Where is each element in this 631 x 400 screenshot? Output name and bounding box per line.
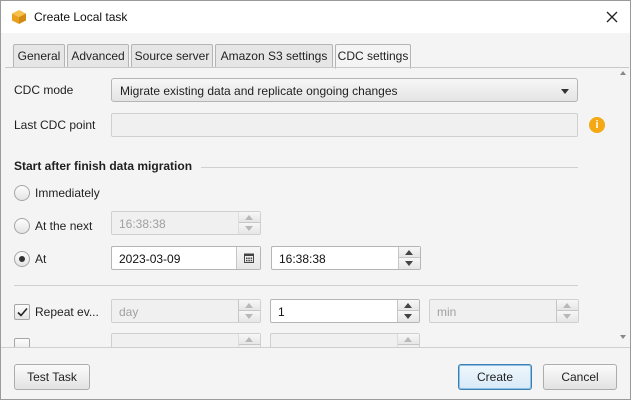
spinner-up-icon[interactable] (239, 334, 260, 345)
cdc-mode-select[interactable]: Migrate existing data and replicate ongo… (111, 78, 578, 102)
cancel-button[interactable]: Cancel (543, 364, 617, 390)
calendar-icon (244, 253, 254, 263)
repeat-checkbox[interactable] (14, 304, 30, 320)
repeat-count-value: 1 (278, 305, 285, 319)
create-button[interactable]: Create (458, 364, 532, 390)
end-date-spinner (238, 334, 260, 347)
cdc-mode-value: Migrate existing data and replicate ongo… (120, 84, 398, 98)
immediately-label: Immediately (35, 186, 100, 200)
repeat-divider (14, 285, 578, 286)
repeat-interval-field[interactable]: min (429, 299, 579, 323)
spinner-up-icon[interactable] (557, 300, 578, 311)
cdc-mode-label: CDC mode (14, 83, 74, 97)
spinner-up-icon[interactable] (398, 334, 419, 345)
info-icon[interactable]: i (589, 117, 605, 133)
end-time-spinner (397, 334, 419, 347)
scroll-down-icon[interactable] (620, 335, 626, 339)
at-time-spinner (398, 247, 420, 269)
checkmark-icon (17, 307, 28, 317)
tab-amazon-s3-settings[interactable]: Amazon S3 settings (215, 44, 333, 68)
spinner-up-icon[interactable] (239, 212, 260, 223)
at-the-next-time-field[interactable]: 16:38:38 (111, 211, 261, 235)
spinner-up-icon[interactable] (399, 247, 420, 258)
tab-source-server[interactable]: Source server (131, 44, 213, 68)
vertical-scrollbar[interactable] (617, 67, 629, 347)
repeat-count-field[interactable]: 1 (270, 299, 420, 323)
spinner-down-icon[interactable] (399, 258, 420, 269)
end-date-field[interactable] (111, 333, 261, 347)
at-the-next-spinner (238, 212, 260, 234)
radio-at[interactable] (14, 251, 30, 267)
dialog-footer: Test Task Create Cancel (1, 347, 630, 399)
cube-icon (11, 9, 27, 25)
radio-immediately[interactable] (14, 185, 30, 201)
tab-cdc-settings[interactable]: CDC settings (335, 44, 411, 69)
title-bar: Create Local task (1, 1, 630, 33)
repeat-label: Repeat ev... (35, 305, 99, 319)
spinner-up-icon[interactable] (239, 300, 260, 311)
clipped-row (1, 333, 617, 347)
calendar-button[interactable] (236, 247, 260, 269)
chevron-down-icon (561, 89, 569, 94)
spinner-down-icon[interactable] (239, 311, 260, 322)
spinner-down-icon[interactable] (398, 311, 419, 322)
at-time-value: 16:38:38 (279, 252, 326, 266)
at-the-next-label: At the next (35, 219, 93, 233)
window-title: Create Local task (34, 10, 128, 24)
repeat-interval-placeholder: min (437, 305, 457, 319)
repeat-interval-spinner (556, 300, 578, 322)
repeat-unit-spinner (238, 300, 260, 322)
scroll-up-icon[interactable] (620, 71, 626, 75)
at-date-field[interactable]: 2023-03-09 (111, 246, 261, 270)
repeat-unit-placeholder: day (119, 305, 139, 319)
at-date-value: 2023-03-09 (119, 252, 181, 266)
tab-advanced[interactable]: Advanced (67, 44, 129, 68)
end-time-field[interactable] (270, 333, 420, 347)
at-time-field[interactable]: 16:38:38 (271, 246, 421, 270)
repeat-count-spinner (397, 300, 419, 322)
test-task-button[interactable]: Test Task (14, 364, 90, 390)
at-label: At (35, 252, 47, 266)
close-button[interactable] (599, 5, 625, 29)
end-checkbox[interactable] (14, 338, 30, 347)
close-icon (606, 11, 618, 23)
create-local-task-dialog: Create Local task General Advanced Sourc… (0, 0, 631, 400)
last-cdc-point-label: Last CDC point (14, 118, 96, 132)
tab-general[interactable]: General (13, 44, 65, 68)
radio-at-the-next[interactable] (14, 218, 30, 234)
spinner-down-icon[interactable] (239, 223, 260, 234)
last-cdc-point-field[interactable] (111, 113, 578, 137)
spinner-up-icon[interactable] (398, 300, 419, 311)
at-the-next-time-value: 16:38:38 (119, 217, 166, 231)
spinner-down-icon[interactable] (557, 311, 578, 322)
section-divider (201, 167, 578, 168)
start-section-heading: Start after finish data migration (14, 159, 193, 173)
repeat-unit-field[interactable]: day (111, 299, 261, 323)
